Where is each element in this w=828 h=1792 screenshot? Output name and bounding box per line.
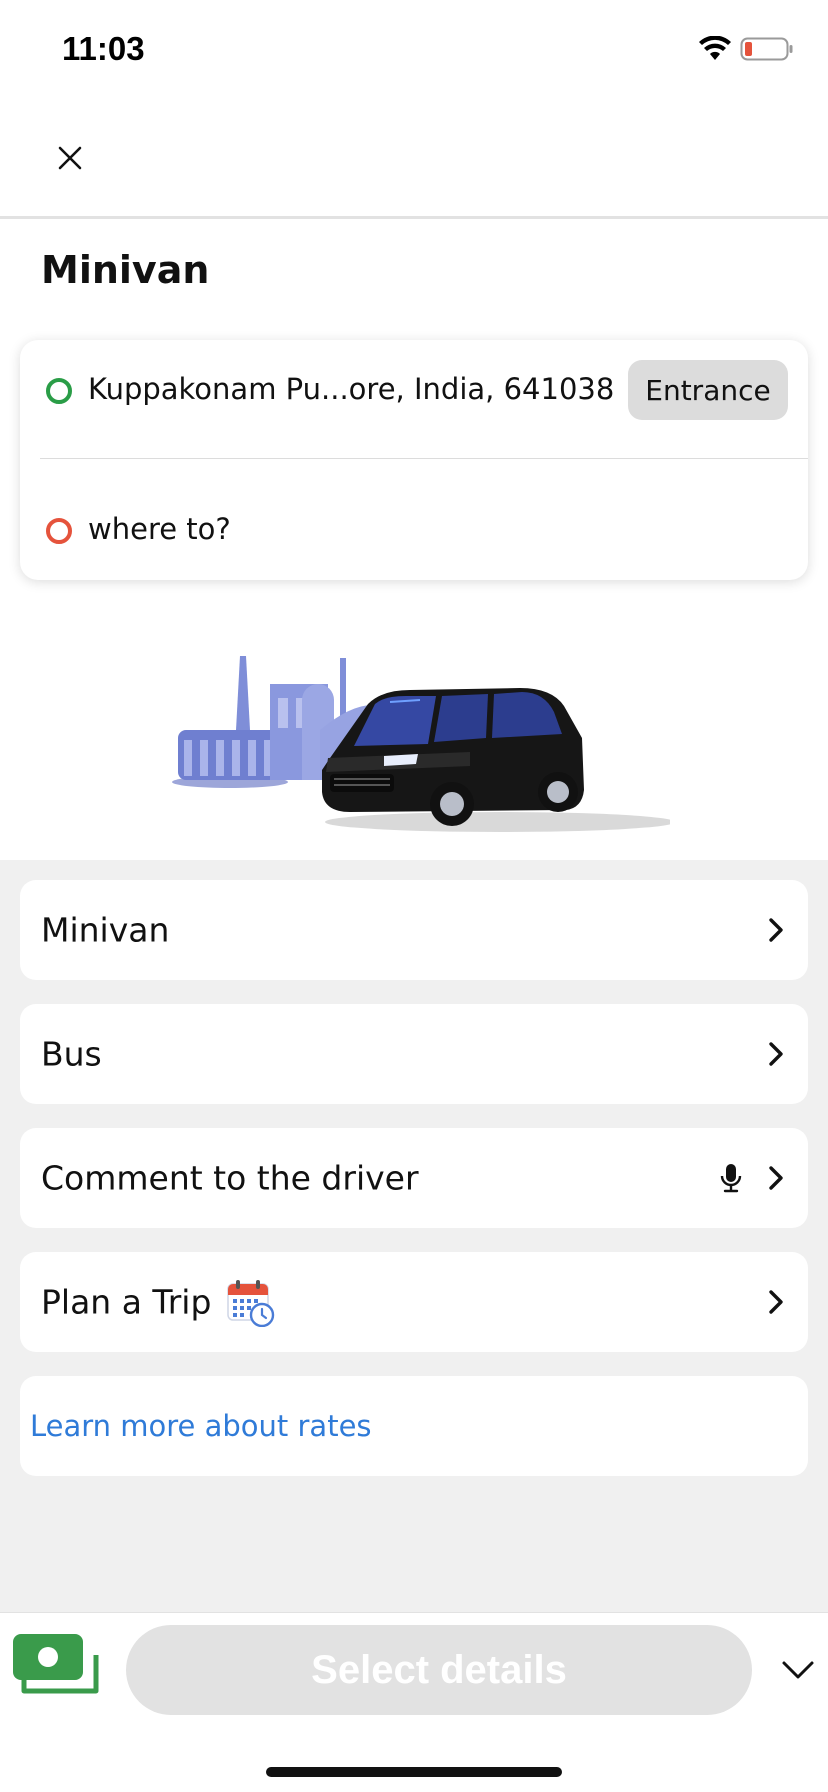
- route-divider: [40, 458, 808, 459]
- rates-card: Learn more about rates: [20, 1376, 808, 1476]
- origin-address[interactable]: Kuppakonam Pu...ore, India, 641038: [88, 372, 614, 406]
- close-icon[interactable]: [50, 138, 90, 178]
- origin-dot-icon: [46, 378, 72, 404]
- destination-input[interactable]: where to?: [88, 512, 231, 546]
- page-title: Minivan: [41, 248, 210, 292]
- option-comment[interactable]: Comment to the driver: [20, 1128, 808, 1228]
- home-indicator: [266, 1767, 562, 1777]
- bottom-bar: Select details: [0, 1612, 828, 1792]
- status-bar: 11:03: [0, 0, 828, 100]
- option-plan-trip-label: Plan a Trip: [41, 1282, 212, 1322]
- option-bus[interactable]: Bus: [20, 1004, 808, 1104]
- mic-icon[interactable]: [720, 1162, 742, 1194]
- calendar-icon: [227, 1280, 275, 1327]
- option-plan-trip[interactable]: Plan a Trip: [20, 1252, 808, 1352]
- option-bus-label: Bus: [41, 1034, 102, 1074]
- option-comment-label: Comment to the driver: [41, 1158, 419, 1198]
- wifi-icon: [699, 36, 731, 60]
- chevron-right-icon: [769, 1166, 783, 1190]
- option-minivan[interactable]: Minivan: [20, 880, 808, 980]
- chevron-right-icon: [769, 1042, 783, 1066]
- destination-dot-icon: [46, 518, 72, 544]
- cash-icon[interactable]: [10, 1631, 104, 1697]
- select-details-button[interactable]: Select details: [126, 1625, 752, 1715]
- battery-icon: [740, 37, 793, 61]
- learn-more-rates-link[interactable]: Learn more about rates: [30, 1409, 372, 1443]
- entrance-button[interactable]: Entrance: [628, 360, 788, 420]
- chevron-right-icon: [769, 1290, 783, 1314]
- minivan-city-illustration: [172, 656, 670, 832]
- chevron-right-icon: [769, 918, 783, 942]
- option-minivan-label: Minivan: [41, 910, 170, 950]
- route-card: Kuppakonam Pu...ore, India, 641038 Entra…: [20, 340, 808, 580]
- chevron-down-icon[interactable]: [778, 1657, 818, 1683]
- header-divider: [0, 216, 828, 219]
- status-time: 11:03: [62, 30, 145, 67]
